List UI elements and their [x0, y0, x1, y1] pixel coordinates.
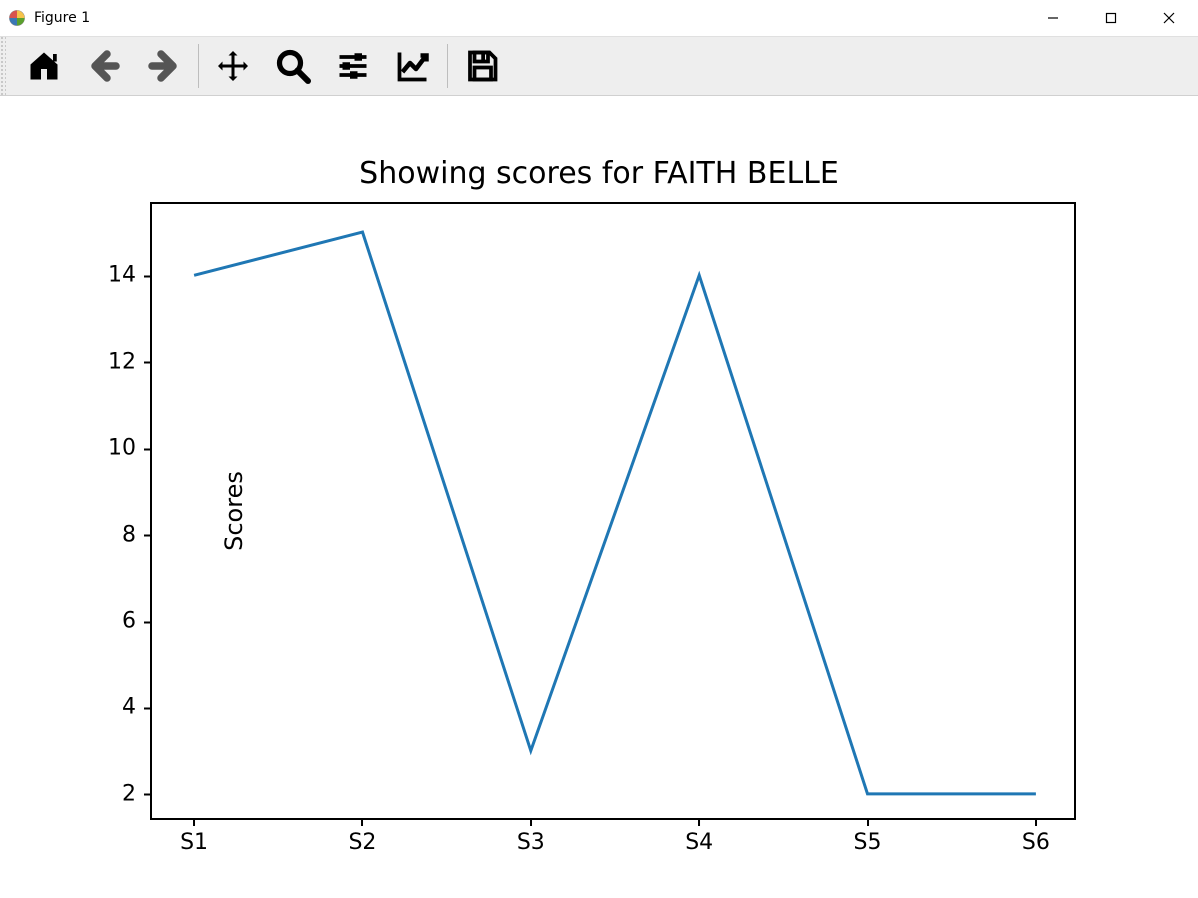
- back-button[interactable]: [78, 40, 130, 92]
- y-tick-label: 8: [92, 522, 152, 547]
- axes[interactable]: Scores 2468101214 S1S2S3S4S5S6: [150, 202, 1076, 820]
- close-button[interactable]: [1140, 0, 1198, 36]
- x-tick-label: S5: [854, 818, 882, 855]
- zoom-icon: [275, 48, 311, 84]
- line-plot: [152, 204, 1078, 822]
- sliders-icon: [335, 48, 371, 84]
- axes-button[interactable]: [387, 40, 439, 92]
- titlebar: Figure 1: [0, 0, 1198, 36]
- subplots-button[interactable]: [327, 40, 379, 92]
- zoom-button[interactable]: [267, 40, 319, 92]
- pan-button[interactable]: [207, 40, 259, 92]
- home-button[interactable]: [18, 40, 70, 92]
- y-tick-label: 4: [92, 695, 152, 720]
- app-icon: [8, 9, 26, 27]
- y-tick-label: 10: [92, 436, 152, 461]
- save-icon: [464, 48, 500, 84]
- left-edge-decoration: [0, 36, 6, 96]
- x-tick-label: S1: [180, 818, 208, 855]
- x-tick-label: S2: [348, 818, 376, 855]
- y-tick-label: 12: [92, 349, 152, 374]
- chart-title: Showing scores for FAITH BELLE: [0, 156, 1198, 191]
- toolbar: [0, 36, 1198, 96]
- y-tick-label: 2: [92, 781, 152, 806]
- arrow-left-icon: [86, 48, 122, 84]
- y-tick-label: 6: [92, 609, 152, 634]
- x-tick-label: S6: [1022, 818, 1050, 855]
- window-title: Figure 1: [34, 10, 90, 26]
- toolbar-separator: [198, 44, 199, 88]
- maximize-button[interactable]: [1082, 0, 1140, 36]
- forward-button[interactable]: [138, 40, 190, 92]
- y-tick-label: 14: [92, 263, 152, 288]
- home-icon: [26, 48, 62, 84]
- chart-area: Showing scores for FAITH BELLE Scores 24…: [0, 96, 1198, 898]
- x-tick-label: S3: [517, 818, 545, 855]
- minimize-button[interactable]: [1024, 0, 1082, 36]
- move-icon: [215, 48, 251, 84]
- window-controls: [1024, 0, 1198, 36]
- arrow-right-icon: [146, 48, 182, 84]
- x-tick-label: S4: [685, 818, 713, 855]
- save-button[interactable]: [456, 40, 508, 92]
- chart-line-icon: [395, 48, 431, 84]
- toolbar-separator: [447, 44, 448, 88]
